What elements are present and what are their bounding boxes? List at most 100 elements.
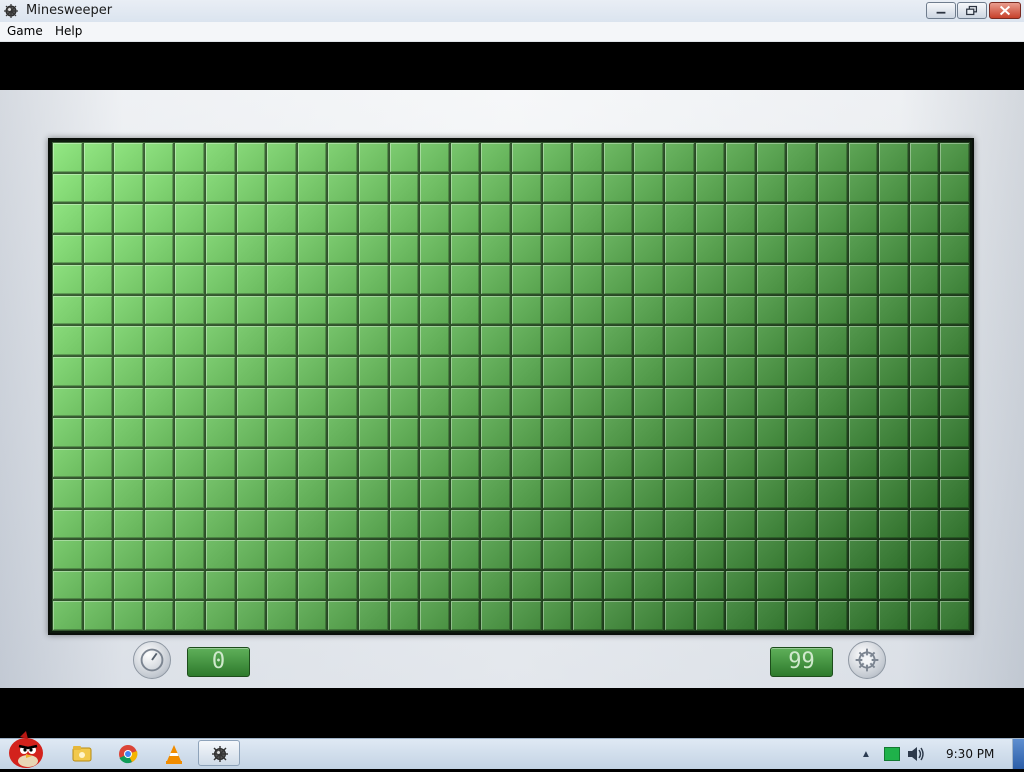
mine-cell[interactable]: [205, 172, 236, 204]
mine-cell[interactable]: [143, 294, 175, 326]
mine-cell[interactable]: [939, 203, 970, 234]
mine-cell[interactable]: [572, 172, 603, 204]
mine-cell[interactable]: [327, 447, 358, 479]
mine-cell[interactable]: [480, 386, 511, 418]
mine-cell[interactable]: [511, 417, 542, 448]
mine-cell[interactable]: [296, 600, 328, 631]
mine-cell[interactable]: [786, 294, 817, 326]
mine-cell[interactable]: [358, 600, 389, 631]
mine-cell[interactable]: [174, 233, 205, 265]
mine-cell[interactable]: [296, 172, 328, 204]
mine-cell[interactable]: [143, 325, 175, 356]
mine-cell[interactable]: [205, 355, 236, 387]
mine-cell[interactable]: [572, 142, 603, 173]
mine-cell[interactable]: [327, 325, 358, 356]
mine-cell[interactable]: [174, 417, 205, 448]
mine-cell[interactable]: [266, 539, 297, 570]
mine-cell[interactable]: [878, 539, 909, 570]
minimize-button[interactable]: [926, 2, 956, 19]
mine-cell[interactable]: [327, 600, 358, 631]
mine-cell[interactable]: [847, 508, 879, 540]
mine-cell[interactable]: [664, 447, 695, 479]
mine-cell[interactable]: [143, 539, 175, 570]
mine-cell[interactable]: [908, 539, 940, 570]
mine-cell[interactable]: [939, 142, 970, 173]
mine-cell[interactable]: [633, 203, 664, 234]
mine-cell[interactable]: [388, 142, 420, 173]
mine-cell[interactable]: [572, 355, 603, 387]
mine-cell[interactable]: [633, 355, 664, 387]
mine-cell[interactable]: [235, 325, 267, 356]
mine-cell[interactable]: [817, 386, 848, 418]
mine-cell[interactable]: [174, 569, 205, 601]
mine-cell[interactable]: [602, 600, 634, 631]
mine-cell[interactable]: [205, 294, 236, 326]
mine-cell[interactable]: [82, 294, 114, 326]
mine-cell[interactable]: [449, 508, 481, 540]
mine-cell[interactable]: [725, 325, 756, 356]
mine-cell[interactable]: [235, 294, 267, 326]
mine-cell[interactable]: [205, 508, 236, 540]
mine-cell[interactable]: [908, 264, 940, 295]
mine-cell[interactable]: [266, 142, 297, 173]
mine-cell[interactable]: [266, 478, 297, 509]
mine-cell[interactable]: [817, 478, 848, 509]
mine-cell[interactable]: [939, 508, 970, 540]
mine-cell[interactable]: [572, 264, 603, 295]
mine-cell[interactable]: [296, 203, 328, 234]
mine-cell[interactable]: [52, 355, 83, 387]
mine-cell[interactable]: [664, 386, 695, 418]
mine-cell[interactable]: [602, 172, 634, 204]
mine-cell[interactable]: [388, 203, 420, 234]
mine-cell[interactable]: [755, 294, 787, 326]
mine-cell[interactable]: [266, 172, 297, 204]
mine-cell[interactable]: [755, 447, 787, 479]
mine-cell[interactable]: [388, 600, 420, 631]
mine-cell[interactable]: [786, 203, 817, 234]
mine-cell[interactable]: [174, 447, 205, 479]
mine-cell[interactable]: [817, 142, 848, 173]
mine-cell[interactable]: [878, 569, 909, 601]
mine-cell[interactable]: [664, 142, 695, 173]
mine-cell[interactable]: [449, 569, 481, 601]
mine-cell[interactable]: [541, 203, 573, 234]
mine-cell[interactable]: [725, 386, 756, 418]
mine-cell[interactable]: [358, 539, 389, 570]
mine-cell[interactable]: [113, 203, 144, 234]
mine-cell[interactable]: [755, 600, 787, 631]
mine-cell[interactable]: [694, 478, 726, 509]
mine-cell[interactable]: [480, 172, 511, 204]
mine-cell[interactable]: [755, 569, 787, 601]
mine-cell[interactable]: [725, 203, 756, 234]
mine-cell[interactable]: [572, 325, 603, 356]
mine-cell[interactable]: [572, 569, 603, 601]
mine-cell[interactable]: [449, 447, 481, 479]
mine-cell[interactable]: [572, 294, 603, 326]
mine-cell[interactable]: [511, 142, 542, 173]
mine-cell[interactable]: [358, 142, 389, 173]
mine-cell[interactable]: [511, 569, 542, 601]
mine-cell[interactable]: [358, 569, 389, 601]
mine-cell[interactable]: [327, 386, 358, 418]
mine-cell[interactable]: [939, 294, 970, 326]
mine-cell[interactable]: [82, 508, 114, 540]
mine-cell[interactable]: [174, 142, 205, 173]
mine-cell[interactable]: [480, 447, 511, 479]
mine-cell[interactable]: [205, 386, 236, 418]
mine-cell[interactable]: [511, 447, 542, 479]
mine-cell[interactable]: [664, 325, 695, 356]
mine-cell[interactable]: [878, 142, 909, 173]
mine-cell[interactable]: [939, 478, 970, 509]
mine-cell[interactable]: [572, 203, 603, 234]
mine-cell[interactable]: [633, 294, 664, 326]
mine-cell[interactable]: [664, 539, 695, 570]
mine-cell[interactable]: [113, 142, 144, 173]
mine-cell[interactable]: [113, 508, 144, 540]
mine-cell[interactable]: [633, 508, 664, 540]
mine-cell[interactable]: [694, 447, 726, 479]
mine-cell[interactable]: [143, 600, 175, 631]
mine-cell[interactable]: [266, 508, 297, 540]
mine-cell[interactable]: [908, 233, 940, 265]
mine-cell[interactable]: [480, 417, 511, 448]
mine-cell[interactable]: [847, 172, 879, 204]
